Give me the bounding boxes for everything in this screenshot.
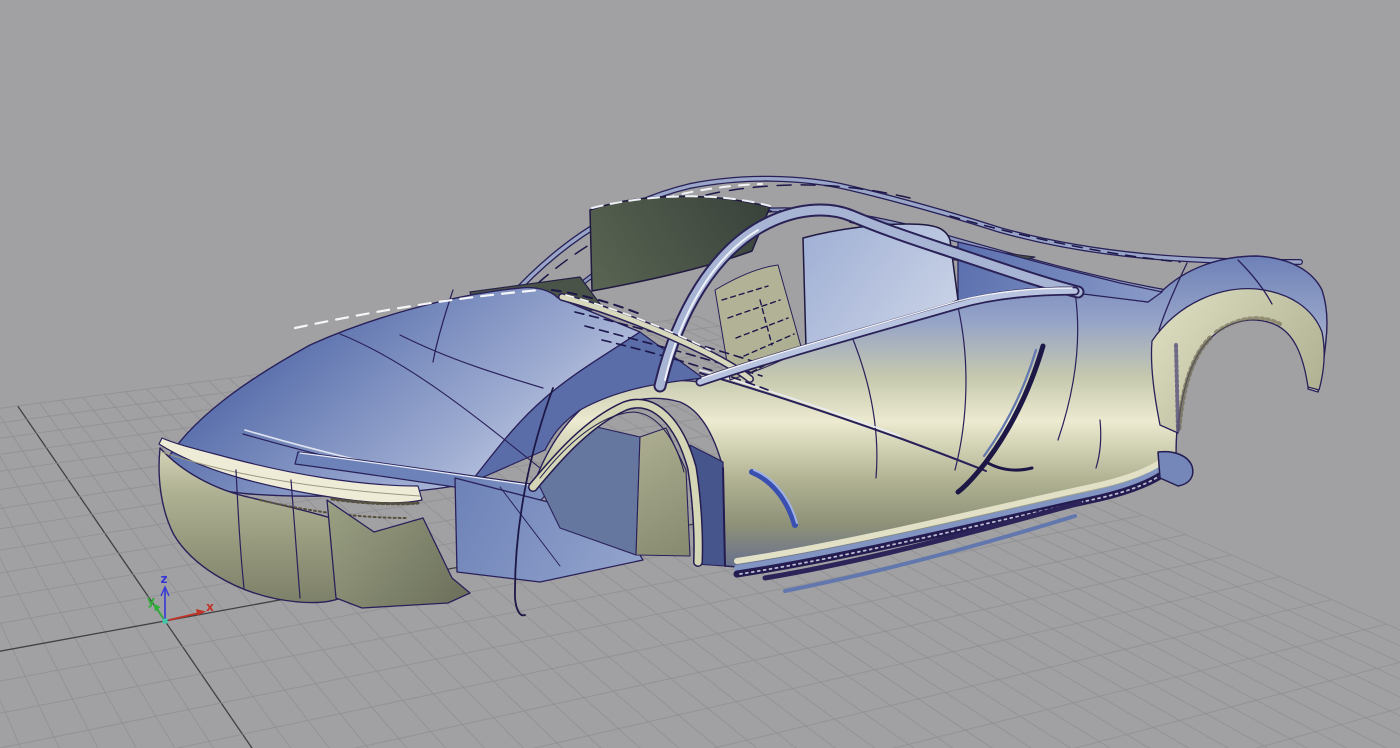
axis-label-z: z xyxy=(161,572,168,586)
viewport-canvas[interactable]: z x y xyxy=(0,0,1400,748)
3d-viewport[interactable]: z x y xyxy=(0,0,1400,748)
axis-label-y: y xyxy=(147,594,155,608)
origin-marker xyxy=(162,618,168,624)
quarter-seam-hatch xyxy=(1174,343,1180,432)
axis-label-x: x xyxy=(206,600,214,614)
